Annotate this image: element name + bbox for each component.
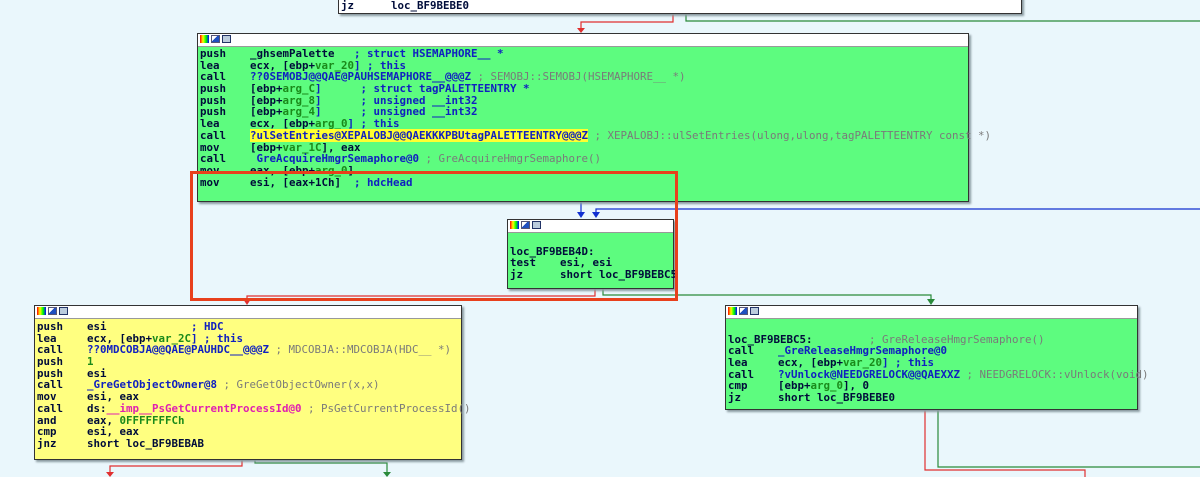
block-header: [726, 306, 1137, 319]
asm-mnemonic: push: [37, 320, 64, 333]
block-body: push esi ; HDC lea ecx, [ebp+var_2C] ; this…: [35, 319, 471, 451]
asm-operand: loc_BF9BEBE0: [391, 0, 470, 12]
graph-icon[interactable]: [211, 35, 220, 43]
asm-line[interactable]: jz loc_BF9BEBE0: [341, 0, 1019, 12]
asm-mnemonic: push: [200, 47, 227, 60]
asm-mnemonic: jz: [728, 391, 742, 405]
color-icon[interactable]: [728, 307, 737, 315]
asm-comment: ; GreGetObjectOwner(x,x): [217, 378, 380, 392]
asm-operands: short loc_BF9BEBE0: [778, 392, 895, 404]
asm-operand: ??0MDCOBJA@@QAE@PAUHDC__@@@Z: [87, 343, 270, 357]
edge-release-false: [937, 408, 1200, 468]
block-header: [35, 306, 461, 319]
block-body: loc_BF9BEBC5: ; GreReleaseHmgrSemaphore(…: [726, 319, 1149, 405]
asm-mnemonic: push: [37, 355, 64, 369]
asm-mnemonic: call: [37, 401, 64, 415]
edge-mdc-true: [109, 458, 243, 474]
color-icon[interactable]: [37, 307, 46, 315]
asm-mnemonic: jnz: [37, 436, 57, 450]
asm-mnemonic: push: [200, 82, 227, 96]
asm-operands: ?ulSetEntries@XEPALOBJ@@QAEKKKPBUtagPALE…: [250, 128, 992, 142]
asm-comment: ; XEPALOBJ::ulSetEntries(ulong,ulong,tag…: [588, 128, 992, 142]
text-view-icon[interactable]: [222, 35, 231, 43]
asm-line[interactable]: jz short loc_BF9BEBE0: [728, 392, 1135, 404]
block-loc-bf9bebc5[interactable]: loc_BF9BEBC5: ; GreReleaseHmgrSemaphore(…: [725, 305, 1149, 410]
asm-operand: short loc_BF9BEBE0: [778, 391, 896, 405]
asm-comment: ; MDCOBJA::MDCOBJA(HDC__ *): [269, 343, 452, 357]
edge-loop-back: [595, 208, 1200, 215]
graph-icon[interactable]: [48, 307, 57, 315]
asm-line[interactable]: call ??0MDCOBJA@@QAE@PAUHDC__@@@Z ; MDCOB…: [37, 344, 459, 356]
asm-operands: ??0MDCOBJA@@QAE@PAUHDC__@@@Z ; MDCOBJA::…: [87, 344, 451, 356]
asm-line[interactable]: jnz short loc_BF9BEBAB: [37, 438, 459, 450]
edge-top-true: [580, 12, 674, 30]
block-top[interactable]: jz loc_BF9BEBE0: [338, 0, 1022, 14]
block-body: jz loc_BF9BEBE0: [339, 0, 1021, 13]
asm-mnemonic: call: [200, 128, 227, 142]
asm-mnemonic: jz: [341, 0, 355, 12]
block-body: push _ghsemPalette ; struct HSEMAPHORE__ …: [198, 47, 991, 189]
text-view-icon[interactable]: [59, 307, 68, 315]
graph-icon[interactable]: [739, 307, 748, 315]
color-icon[interactable]: [200, 35, 209, 43]
asm-comment: ; NEEDGRELOCK::vUnlock(void): [960, 367, 1149, 381]
asm-comment: ; PsGetCurrentProcessId(): [301, 401, 471, 415]
edge-mdc-false: [254, 458, 388, 474]
block-header: [198, 34, 968, 47]
highlight-annotation-box: [190, 171, 678, 301]
asm-operand: short loc_BF9BEBAB: [87, 436, 205, 450]
asm-comment: ; GreAcquireHmgrSemaphore(): [419, 152, 602, 166]
asm-mnemonic: lea: [728, 356, 748, 370]
text-view-icon[interactable]: [750, 307, 759, 315]
asm-operands: short loc_BF9BEBAB: [87, 438, 204, 450]
asm-operands: loc_BF9BEBE0: [391, 0, 469, 12]
block-mdcobja[interactable]: push esi ; HDC lea ecx, [ebp+var_2C] ; this…: [34, 305, 471, 460]
